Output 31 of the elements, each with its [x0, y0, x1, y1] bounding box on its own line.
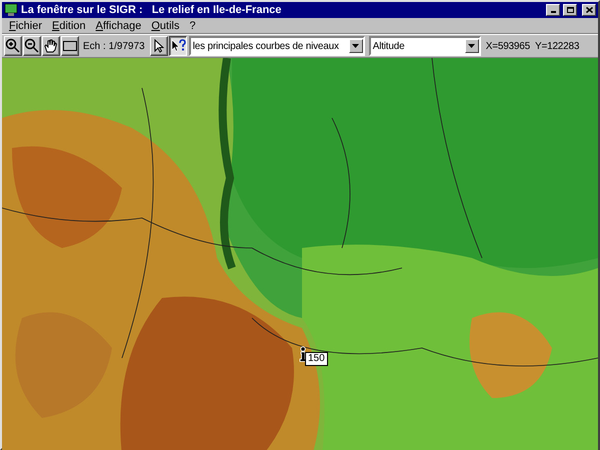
menu-item[interactable]: ? [184, 20, 201, 32]
layer-dropdown[interactable]: les principales courbes de niveaux [188, 36, 365, 56]
help-cursor-icon [170, 38, 186, 54]
scale-label: Ech : 1/97973 [82, 40, 146, 52]
zoom-in-icon [5, 38, 21, 54]
rectangle-icon [62, 38, 78, 54]
coordinates-label: X=593965 Y=122283 [484, 40, 580, 52]
dropdown-arrow-icon [468, 44, 476, 48]
maximize-button[interactable] [563, 4, 577, 16]
close-icon [584, 6, 594, 14]
rectangle-button[interactable] [61, 36, 79, 56]
menu-item[interactable]: Fichier [4, 20, 48, 32]
info-cursor-icon [298, 346, 308, 362]
menu-item[interactable]: Edition [47, 20, 91, 32]
menu-item[interactable]: Affichage [90, 20, 146, 32]
hand-button[interactable] [42, 36, 60, 56]
help-cursor-button[interactable] [168, 36, 187, 56]
hand-icon [43, 38, 59, 54]
zoom-out-icon [24, 38, 40, 54]
dropdown-arrow-icon [352, 44, 360, 48]
close-button[interactable] [582, 4, 596, 16]
altitude-tooltip: 150 [305, 352, 328, 366]
arrow-cursor-button[interactable] [150, 36, 168, 56]
menu-item[interactable]: Outils [146, 20, 184, 32]
zoom-in-button[interactable] [4, 36, 22, 56]
minimize-button[interactable] [546, 4, 560, 16]
maximize-icon [566, 6, 574, 14]
theme-dropdown[interactable]: Altitude [368, 36, 481, 56]
window-title: La fenêtre sur le SIGR : Le relief en Ile-de-France [21, 4, 282, 16]
zoom-out-button[interactable] [23, 36, 41, 56]
app-icon [4, 3, 18, 17]
